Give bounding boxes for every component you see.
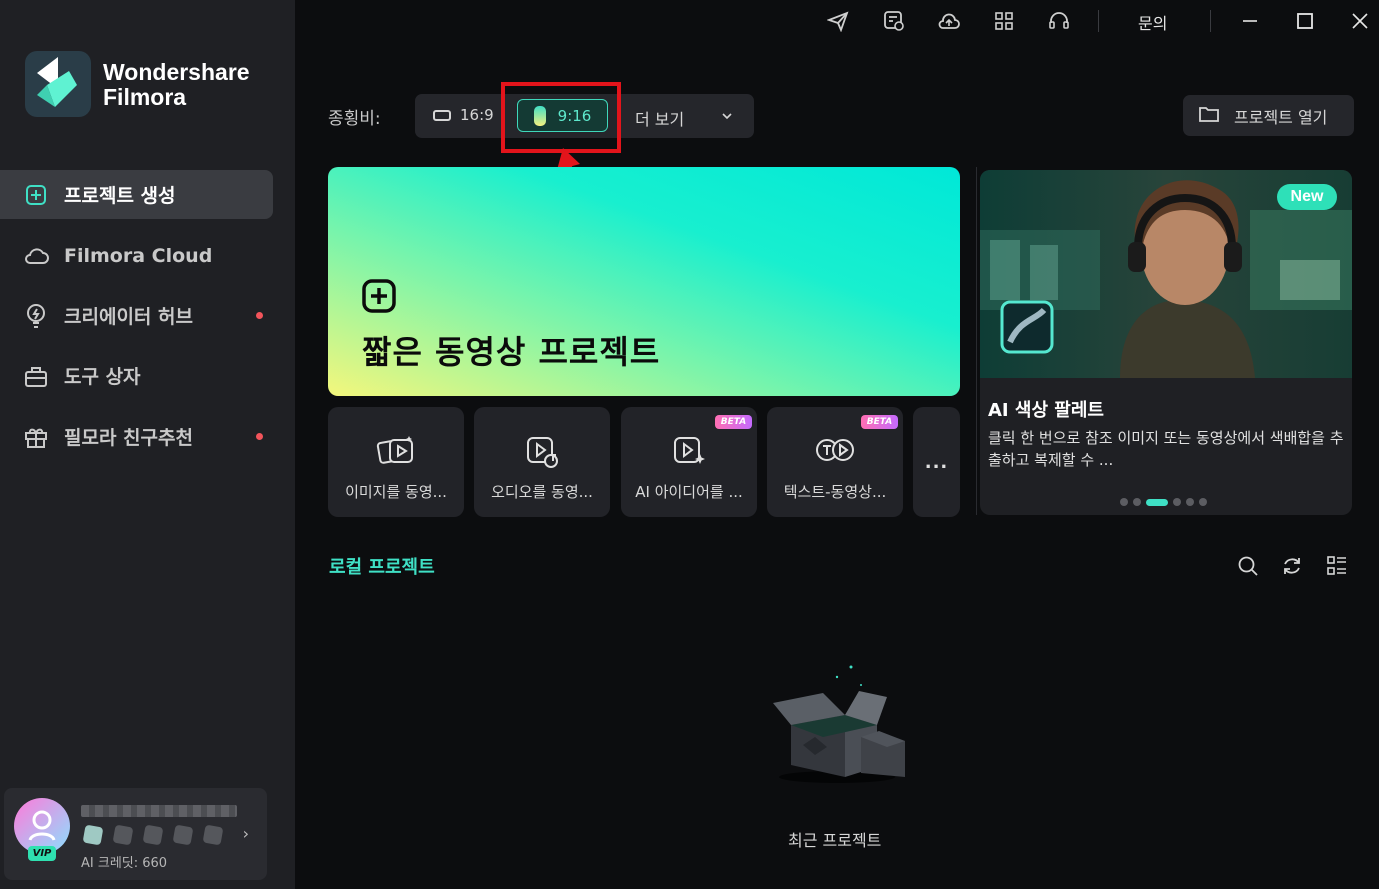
badge-icon [142,824,164,846]
short-video-project-card[interactable]: 짧은 동영상 프로젝트 [328,167,960,396]
cloud-upload-icon[interactable] [937,9,961,33]
carousel-dots [1120,498,1207,506]
sidebar-item-friend-referral[interactable]: 필모라 친구추천 [0,412,273,461]
annotation-highlight-box [501,82,621,153]
audio-to-video-card[interactable]: 오디오를 동영... [474,407,610,517]
brand-name: Wondershare Filmora [103,60,250,110]
hero-title: 짧은 동영상 프로젝트 [362,333,661,371]
tool-label: 오디오를 동영... [491,483,593,501]
sidebar-item-filmora-cloud[interactable]: Filmora Cloud [0,231,273,280]
sidebar-item-label: 프로젝트 생성 [64,185,176,207]
audio-to-video-icon [522,433,562,469]
list-view-icon[interactable] [1325,554,1349,578]
open-project-label: 프로젝트 열기 [1234,107,1328,127]
plus-square-icon [362,279,396,317]
schedule-icon[interactable] [882,9,906,33]
empty-box-illustration [765,655,915,789]
send-icon[interactable] [826,9,850,33]
promo-title: AI 색상 팔레트 [988,400,1104,421]
divider [1098,10,1099,32]
ai-idea-to-video-card[interactable]: BETA AI 아이디어를 ... [621,407,757,517]
beta-badge: BETA [861,415,898,429]
brand-line-2: Filmora [103,84,187,110]
text-to-video-icon [815,433,855,469]
sidebar-item-label: 필모라 친구추천 [64,427,193,449]
sidebar-item-label: Filmora Cloud [64,244,213,267]
beta-badge: BETA [715,415,752,429]
promo-card-ai-color-palette[interactable]: New AI 색상 팔레트 클릭 한 번으로 참조 이미지 또는 동영상에서 색… [980,170,1352,515]
user-name-redacted [81,805,237,817]
open-project-button[interactable]: 프로젝트 열기 [1183,95,1354,136]
promo-description: 클릭 한 번으로 참조 이미지 또는 동영상에서 색배합을 추출하고 복제할 수… [988,429,1344,469]
carousel-dot[interactable] [1120,498,1128,506]
carousel-dot[interactable] [1133,498,1141,506]
ratio-16-9-button[interactable]: 16:9 [433,106,494,124]
achievement-badges [82,824,224,846]
tool-label: 이미지를 동영... [345,483,447,501]
recent-projects-empty-label: 최근 프로젝트 [788,831,882,850]
divider [976,167,977,515]
promo-image: New [980,170,1352,378]
ai-idea-video-icon [669,433,709,469]
sidebar-item-label: 도구 상자 [64,366,141,388]
chevron-right-icon[interactable]: › [243,824,249,843]
ai-credit: AI 크레딧: 660 [81,856,168,871]
user-account-card[interactable]: VIP AI 크레딧: 660 › [4,788,267,880]
plus-square-icon [22,181,50,209]
carousel-dot[interactable] [1199,498,1207,506]
badge-icon [82,824,104,846]
sidebar: Wondershare Filmora 프로젝트 생성 Filmora Clou… [0,0,295,889]
tool-label: 텍스트-동영상... [783,483,887,501]
badge-icon [202,824,224,846]
inquiry-link[interactable]: 문의 [1138,10,1167,34]
ratio-16-9-label: 16:9 [460,106,494,124]
minimize-icon[interactable] [1237,8,1263,34]
close-icon[interactable] [1347,8,1373,34]
notification-dot [256,433,263,440]
badge-icon [172,824,194,846]
toolbox-icon [22,362,50,390]
badge-icon [112,824,134,846]
sidebar-item-label: 크리에이터 허브 [64,306,193,328]
sidebar-item-create-project[interactable]: 프로젝트 생성 [0,170,273,219]
new-badge: New [1277,184,1337,210]
tool-label: AI 아이디어를 ... [635,483,743,501]
headset-icon[interactable] [1047,9,1071,33]
sidebar-item-creator-hub[interactable]: 크리에이터 허브 [0,291,273,340]
bulb-icon [22,302,50,330]
chevron-down-icon[interactable] [720,108,734,127]
aspect-ratio-label: 종횡비: [328,109,381,129]
carousel-dot-active[interactable] [1146,498,1168,506]
divider [1210,10,1211,32]
grid-icon[interactable] [992,9,1016,33]
image-to-video-card[interactable]: 이미지를 동영... [328,407,464,517]
cloud-icon [22,242,50,270]
carousel-dot[interactable] [1186,498,1194,506]
search-icon[interactable] [1236,554,1260,578]
vip-badge: VIP [28,846,56,861]
gift-icon [22,423,50,451]
notification-dot [256,312,263,319]
maximize-icon[interactable] [1292,8,1318,34]
filmora-logo [25,51,91,117]
refresh-icon[interactable] [1280,554,1304,578]
folder-icon [1198,105,1220,127]
landscape-icon [433,109,451,121]
sidebar-item-toolbox[interactable]: 도구 상자 [0,351,273,400]
image-to-video-icon [376,433,416,469]
carousel-dot[interactable] [1173,498,1181,506]
local-projects-title: 로컬 프로젝트 [329,557,435,578]
more-tools-button[interactable]: ... [913,407,960,517]
text-to-video-card[interactable]: BETA 텍스트-동영상... [767,407,903,517]
more-ratios-dropdown[interactable]: 더 보기 [635,106,684,130]
brand-line-1: Wondershare [103,59,250,85]
